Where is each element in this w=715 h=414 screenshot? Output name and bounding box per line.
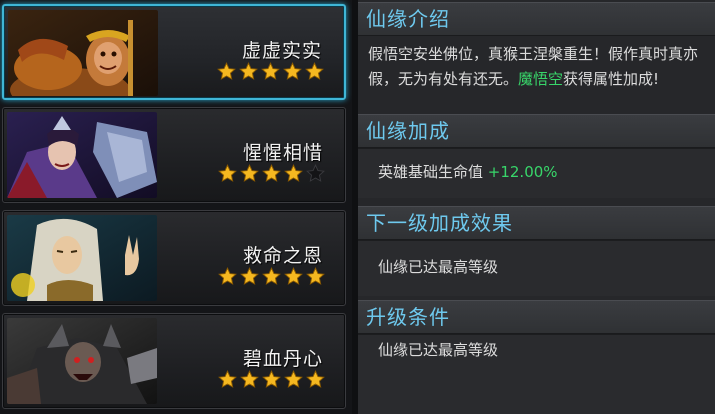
star-empty-icon <box>306 164 325 182</box>
fate-card-list: 虚虚实实 惺惺相惜 救命之恩 碧血丹心 <box>0 0 352 414</box>
bonus-label: 英雄基础生命值 <box>378 163 488 181</box>
star-filled-icon <box>218 164 237 182</box>
intro-text: 假悟空安坐佛位，真猴王涅槃重生！假作真时真亦假，无为有处有还无。魔悟空获得属性加… <box>368 42 708 92</box>
white-haired-sage-portrait <box>7 215 157 301</box>
star-filled-icon <box>284 370 303 388</box>
star-filled-icon <box>262 164 281 182</box>
star-filled-icon <box>217 62 236 80</box>
star-rating <box>217 62 324 81</box>
upgrade-section-title: 升级条件 <box>358 300 715 334</box>
intro-text-after: 获得属性加成! <box>563 70 660 88</box>
intro-section-title: 仙缘介绍 <box>358 2 715 36</box>
star-filled-icon <box>240 267 259 285</box>
star-rating <box>218 267 325 286</box>
star-filled-icon <box>284 267 303 285</box>
star-filled-icon <box>283 62 302 80</box>
star-filled-icon <box>262 370 281 388</box>
star-filled-icon <box>306 370 325 388</box>
star-filled-icon <box>218 370 237 388</box>
card-name: 虚虚实实 <box>241 40 322 62</box>
fate-card-3[interactable]: 救命之恩 <box>2 210 346 306</box>
armored-knight-portrait <box>7 112 157 198</box>
next-level-section-title: 下一级加成效果 <box>358 206 715 240</box>
fate-card-2[interactable]: 惺惺相惜 <box>2 107 346 203</box>
monkey-king-portrait <box>8 10 158 96</box>
fate-card-4[interactable]: 碧血丹心 <box>2 313 346 409</box>
fate-card-1[interactable]: 虚虚实实 <box>2 4 346 100</box>
star-filled-icon <box>305 62 324 80</box>
upgrade-text: 仙缘已达最高等级 <box>378 341 499 359</box>
next-level-text: 仙缘已达最高等级 <box>378 258 499 276</box>
star-filled-icon <box>240 370 259 388</box>
star-filled-icon <box>306 267 325 285</box>
star-filled-icon <box>284 164 303 182</box>
star-rating <box>218 164 325 183</box>
hero-name-highlight: 魔悟空 <box>518 70 564 88</box>
star-filled-icon <box>261 62 280 80</box>
bonus-value: +12.00% <box>487 163 558 181</box>
card-name: 惺惺相惜 <box>242 142 323 164</box>
star-filled-icon <box>240 164 259 182</box>
bonus-line: 英雄基础生命值 +12.00% <box>378 160 715 184</box>
dark-armored-demon-portrait <box>7 318 157 404</box>
star-filled-icon <box>239 62 258 80</box>
card-name: 救命之恩 <box>242 245 323 267</box>
star-filled-icon <box>218 267 237 285</box>
bonus-section-title: 仙缘加成 <box>358 114 715 148</box>
star-filled-icon <box>262 267 281 285</box>
star-rating <box>218 370 325 389</box>
card-name: 碧血丹心 <box>242 348 323 370</box>
